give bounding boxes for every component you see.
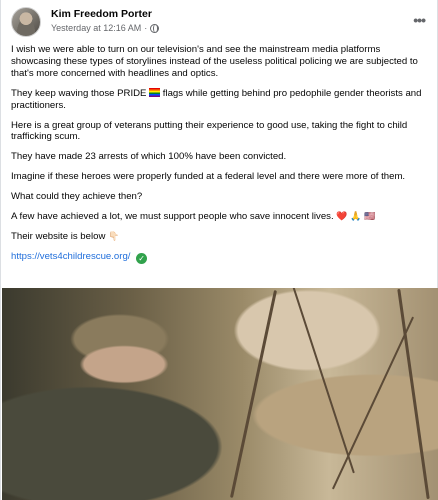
branch-shape <box>397 288 430 500</box>
paragraph-7: A few have achieved a lot, we must suppo… <box>11 211 376 223</box>
branch-shape <box>331 316 415 490</box>
website-link[interactable]: https://vets4childrescue.org/ <box>11 251 130 262</box>
check-circle-icon: ✓ <box>136 252 148 264</box>
pointing-down-emoji: 👇🏻 <box>108 230 120 241</box>
author-name[interactable]: Kim Freedom Porter <box>51 8 152 21</box>
paragraph-5: Imagine if these heroes were properly fu… <box>11 171 406 183</box>
branch-shape <box>291 288 355 474</box>
post-text: I wish we were able to turn on our telev… <box>11 44 429 272</box>
paragraph-1: I wish we were able to turn on our telev… <box>11 44 418 79</box>
rainbow-flag-icon <box>149 87 161 97</box>
meta-separator: · <box>144 23 148 33</box>
post-header: Kim Freedom Porter Yesterday at 12:16 AM… <box>11 7 427 37</box>
paragraph-8: Their website is below 👇🏻 <box>11 230 120 242</box>
us-flag-emoji: 🇺🇸 <box>364 211 376 222</box>
more-options-icon[interactable]: ••• <box>413 13 426 27</box>
praying-hands-emoji: 🙏 <box>350 211 362 222</box>
website-line: https://vets4childrescue.org/ ✓ <box>11 251 429 264</box>
post-video-thumbnail[interactable] <box>2 288 438 500</box>
paragraph-2: They keep waving those PRIDE flags while… <box>11 87 422 111</box>
author-avatar[interactable] <box>11 7 41 37</box>
paragraph-3: Here is a great group of veterans puttin… <box>11 119 408 143</box>
paragraph-6: What could they achieve then? <box>11 191 143 203</box>
post-timestamp[interactable]: Yesterday at 12:16 AM <box>51 22 141 34</box>
facebook-post: Kim Freedom Porter Yesterday at 12:16 AM… <box>0 0 438 500</box>
heart-emoji: ❤️ <box>336 211 348 222</box>
paragraph-4: They have made 23 arrests of which 100% … <box>11 151 287 163</box>
globe-icon[interactable] <box>150 23 160 33</box>
post-meta: Yesterday at 12:16 AM · <box>51 22 160 34</box>
branch-shape <box>229 290 278 498</box>
